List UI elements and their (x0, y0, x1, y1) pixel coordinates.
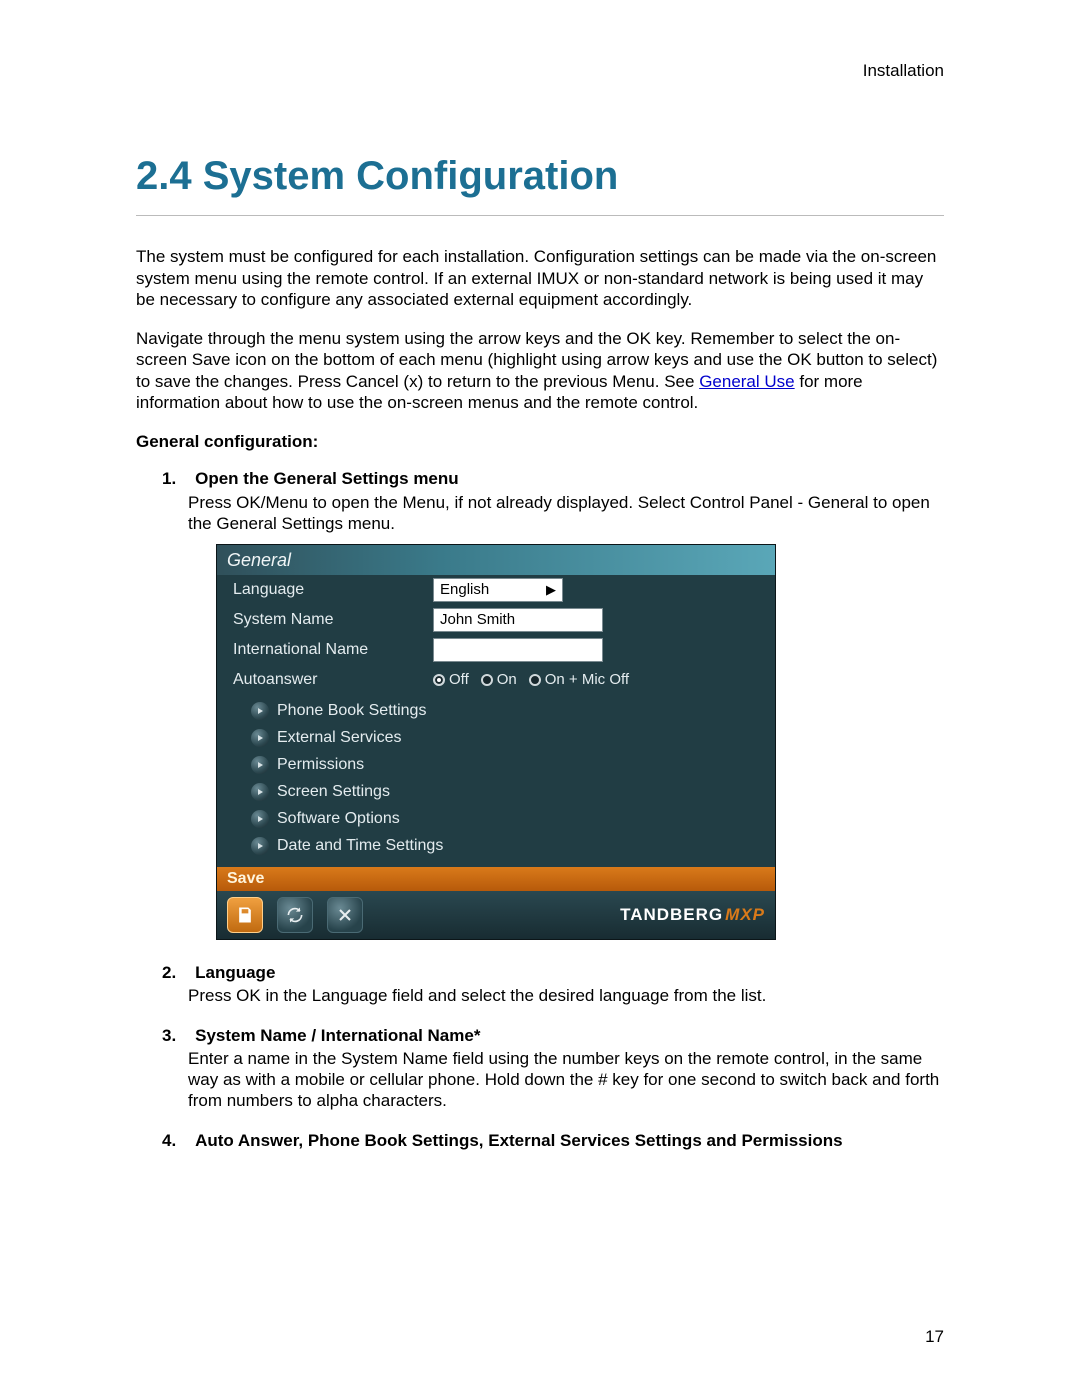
step-1-body: Press OK/Menu to open the Menu, if not a… (162, 492, 944, 535)
panel-title: General (217, 545, 775, 575)
row-language: Language English ▶ (223, 575, 769, 605)
play-icon (251, 783, 269, 801)
sub-software-options[interactable]: Software Options (251, 805, 769, 832)
autoanswer-on-label: On (497, 671, 517, 690)
language-value: English (440, 581, 489, 600)
save-bar-label: Save (217, 867, 775, 891)
step-1-num: 1. (162, 469, 176, 488)
play-icon (251, 702, 269, 720)
step-2-num: 2. (162, 963, 176, 982)
save-icon (235, 905, 255, 925)
international-name-input[interactable] (433, 638, 603, 662)
step-3-title: System Name / International Name* (195, 1026, 480, 1045)
play-icon (251, 729, 269, 747)
play-icon (251, 810, 269, 828)
radio-dot-icon (433, 674, 445, 686)
autoanswer-off-label: Off (449, 671, 469, 690)
intro-para-1: The system must be configured for each i… (136, 246, 944, 310)
autoanswer-onmic-radio[interactable]: On + Mic Off (529, 671, 629, 690)
language-select[interactable]: English ▶ (433, 578, 563, 602)
settings-sublist: Phone Book Settings External Services Pe… (223, 695, 769, 863)
sub-date-time-settings[interactable]: Date and Time Settings (251, 832, 769, 859)
section-title: 2.4 System Configuration (136, 151, 944, 201)
autoanswer-on-radio[interactable]: On (481, 671, 517, 690)
page-number: 17 (925, 1326, 944, 1347)
step-4-num: 4. (162, 1131, 176, 1150)
general-use-link[interactable]: General Use (699, 372, 794, 391)
general-settings-panel: General Language English ▶ System Name (216, 544, 776, 940)
system-name-label: System Name (223, 610, 433, 630)
chevron-right-icon: ▶ (546, 582, 556, 598)
step-2-title: Language (195, 963, 275, 982)
autoanswer-onmic-label: On + Mic Off (545, 671, 629, 690)
running-head: Installation (136, 60, 944, 81)
step-1: 1. Open the General Settings menu Press … (162, 468, 944, 940)
refresh-button[interactable] (277, 897, 313, 933)
play-icon (251, 837, 269, 855)
save-button[interactable] (227, 897, 263, 933)
sub-item-label: Date and Time Settings (277, 836, 443, 856)
step-3: 3. System Name / International Name* Ent… (162, 1025, 944, 1112)
brand-sub: MXP (725, 905, 765, 924)
international-name-label: International Name (223, 640, 433, 660)
step-1-title: Open the General Settings menu (195, 469, 459, 488)
sub-item-label: Permissions (277, 755, 364, 775)
sub-screen-settings[interactable]: Screen Settings (251, 778, 769, 805)
sub-external-services[interactable]: External Services (251, 724, 769, 751)
close-icon (335, 905, 355, 925)
radio-dot-icon (481, 674, 493, 686)
sub-item-label: External Services (277, 728, 402, 748)
sub-phone-book-settings[interactable]: Phone Book Settings (251, 697, 769, 724)
play-icon (251, 756, 269, 774)
sub-item-label: Phone Book Settings (277, 701, 426, 721)
general-config-subhead: General configuration: (136, 431, 944, 452)
step-2-body: Press OK in the Language field and selec… (162, 985, 944, 1006)
radio-dot-icon (529, 674, 541, 686)
sub-item-label: Software Options (277, 809, 400, 829)
brand-logo: TANDBERGMXP (620, 904, 765, 925)
step-3-num: 3. (162, 1026, 176, 1045)
cancel-button[interactable] (327, 897, 363, 933)
row-system-name: System Name John Smith (223, 605, 769, 635)
step-4-title: Auto Answer, Phone Book Settings, Extern… (195, 1131, 842, 1150)
intro-para-2: Navigate through the menu system using t… (136, 328, 944, 413)
autoanswer-off-radio[interactable]: Off (433, 671, 469, 690)
refresh-icon (285, 905, 305, 925)
system-name-input[interactable]: John Smith (433, 608, 603, 632)
row-autoanswer: Autoanswer Off On On + Mic Off (223, 665, 769, 695)
row-international-name: International Name (223, 635, 769, 665)
sub-permissions[interactable]: Permissions (251, 751, 769, 778)
title-rule (136, 215, 944, 216)
step-4: 4. Auto Answer, Phone Book Settings, Ext… (162, 1130, 944, 1151)
step-2: 2. Language Press OK in the Language fie… (162, 962, 944, 1007)
language-label: Language (223, 580, 433, 600)
button-bar: TANDBERGMXP (217, 891, 775, 939)
step-3-body: Enter a name in the System Name field us… (162, 1048, 944, 1112)
sub-item-label: Screen Settings (277, 782, 390, 802)
autoanswer-label: Autoanswer (223, 670, 433, 690)
brand-main: TANDBERG (620, 905, 723, 924)
